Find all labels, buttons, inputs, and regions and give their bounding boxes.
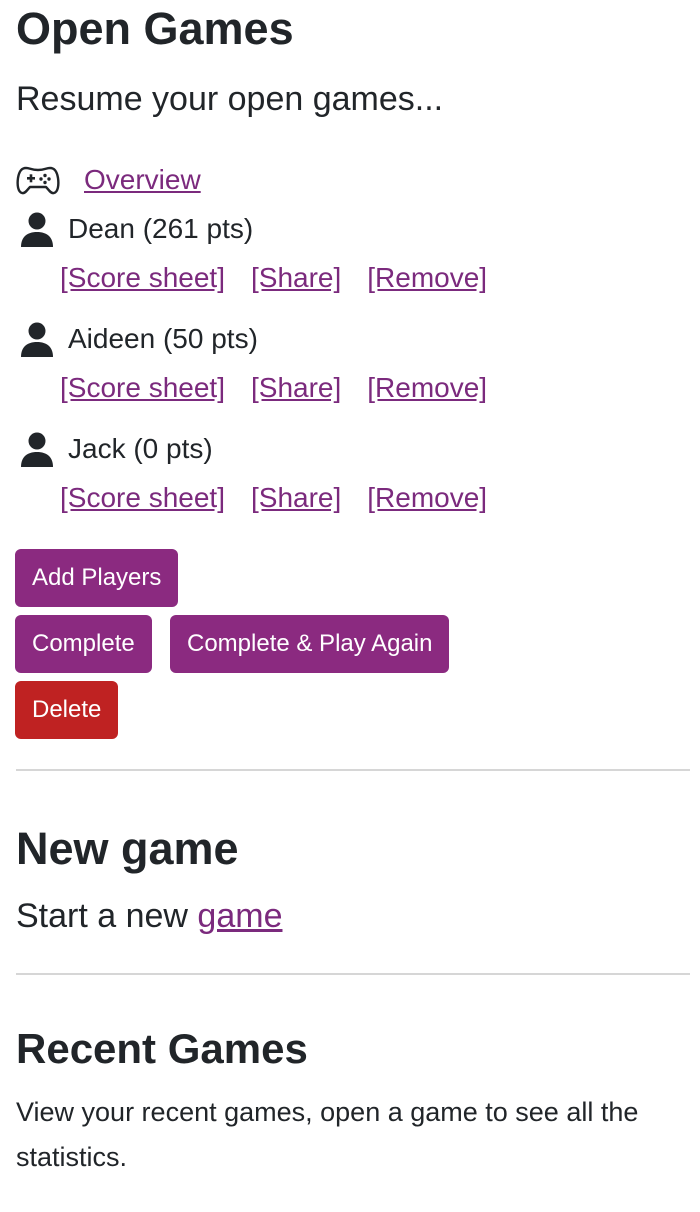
player-name: Jack (0 pts) <box>68 433 213 464</box>
player-name: Dean (261 pts) <box>68 213 254 244</box>
remove-link[interactable]: [Remove] <box>367 369 487 407</box>
new-game-lead-text: Start a new <box>16 897 198 935</box>
complete-button[interactable]: Complete <box>15 615 152 673</box>
open-games-heading: Open Games <box>16 3 294 54</box>
add-players-button[interactable]: Add Players <box>15 549 179 607</box>
score-sheet-link[interactable]: [Score sheet] <box>60 259 225 297</box>
share-link[interactable]: [Share] <box>251 479 341 517</box>
recent-games-text: View your recent games, open a game to s… <box>16 1097 639 1172</box>
player-row: Jack (0 pts) <box>18 430 213 468</box>
section-divider <box>16 973 690 975</box>
recent-games-heading: Recent Games <box>16 1025 308 1072</box>
score-sheet-link[interactable]: [Score sheet] <box>60 369 225 407</box>
player-row: Dean (261 pts) <box>18 210 253 248</box>
remove-link[interactable]: [Remove] <box>367 479 487 517</box>
new-game-link[interactable]: game <box>197 897 282 935</box>
section-divider <box>16 769 690 771</box>
person-icon <box>18 320 56 358</box>
complete-play-again-button[interactable]: Complete & Play Again <box>170 615 450 673</box>
player-actions: [Score sheet] [Share] [Remove] <box>60 259 487 297</box>
overview-row: Overview <box>16 160 201 200</box>
open-games-lead: Resume your open games... <box>16 80 444 118</box>
delete-button[interactable]: Delete <box>15 681 119 739</box>
overview-link[interactable]: Overview <box>84 164 201 196</box>
player-row: Aideen (50 pts) <box>18 320 258 358</box>
share-link[interactable]: [Share] <box>251 369 341 407</box>
remove-link[interactable]: [Remove] <box>367 259 487 297</box>
share-link[interactable]: [Share] <box>251 259 341 297</box>
person-icon <box>18 210 56 248</box>
player-name: Aideen (50 pts) <box>68 323 258 354</box>
new-game-heading: New game <box>16 823 239 874</box>
new-game-lead: Start a new game <box>16 892 282 940</box>
person-icon <box>18 430 56 468</box>
player-actions: [Score sheet] [Share] [Remove] <box>60 479 487 517</box>
player-actions: [Score sheet] [Share] [Remove] <box>60 369 487 407</box>
gamepad-icon <box>16 162 60 198</box>
score-sheet-link[interactable]: [Score sheet] <box>60 479 225 517</box>
